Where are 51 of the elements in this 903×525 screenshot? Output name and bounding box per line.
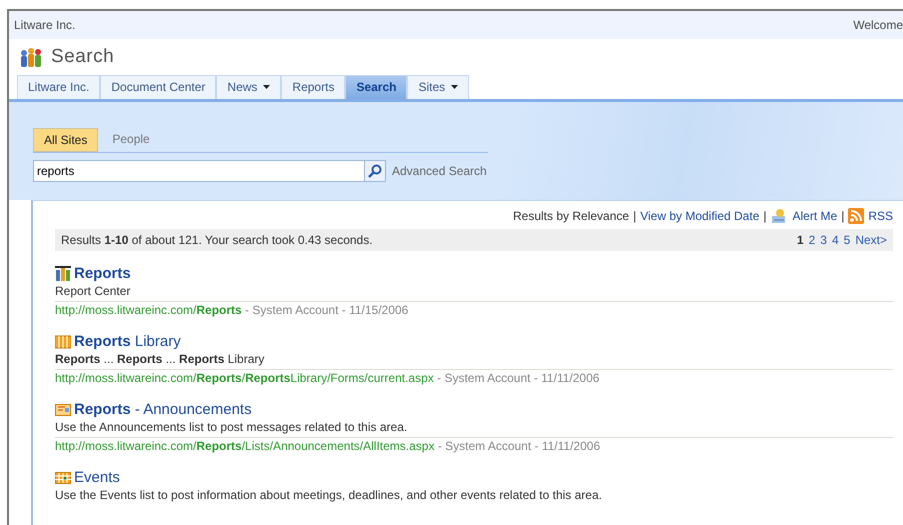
people-icon	[19, 46, 43, 68]
nav-tab[interactable]: Sites	[407, 75, 470, 99]
result-description: Reports ... Reports ... Reports Library	[55, 351, 266, 367]
alert-link[interactable]: Alert Me	[792, 207, 838, 225]
announcements-icon	[55, 402, 71, 418]
caret-icon	[451, 85, 458, 89]
site-name[interactable]: Litware Inc.	[14, 16, 76, 34]
rss-link[interactable]: RSS	[868, 207, 893, 225]
caret-icon	[263, 85, 270, 89]
page-link[interactable]: 2	[808, 231, 816, 249]
results-summary: Results 1-10 of about 121. Your search took 0.43 seconds.	[61, 232, 373, 249]
nav-tab[interactable]: Reports	[281, 75, 346, 99]
result-description: Report Center	[55, 283, 132, 299]
scope-tab[interactable]: All Sites	[33, 128, 98, 152]
result-meta: - System Account - 11/11/2006	[436, 439, 600, 453]
sort-label: Results by Relevance	[513, 208, 630, 225]
result-url: http://moss.litwareinc.com/Reports/ReportsLibrary/Forms/current.aspx	[55, 371, 434, 385]
page-link[interactable]: 3	[820, 231, 827, 249]
separator: |	[763, 208, 766, 225]
search-button[interactable]	[364, 160, 386, 182]
separator: |	[841, 208, 844, 225]
nav-tab[interactable]: Litware Inc.	[17, 75, 100, 99]
library-icon	[55, 334, 71, 350]
result-title-link[interactable]: Events	[74, 469, 120, 487]
sort-link[interactable]: View by Modified Date	[640, 207, 760, 225]
result-meta: - System Account - 11/15/2006	[244, 303, 408, 317]
page-link[interactable]: Next>	[855, 231, 887, 249]
result-url: http://moss.litwareinc.com/Reports	[55, 303, 242, 317]
result-title-link[interactable]: Reports	[74, 265, 131, 283]
result-description: Use the Events list to post information about meetings, deadlines, and other events related to this area.	[55, 487, 603, 503]
page-link[interactable]: 4	[832, 231, 839, 249]
result-description: Use the Announcements list to post messages related to this area.	[55, 419, 408, 435]
nav-tab[interactable]: Search	[345, 75, 408, 99]
result-url: http://moss.litwareinc.com/Reports/Lists/Announcements/AllItems.aspx	[55, 439, 434, 453]
welcome-menu[interactable]: Welcome	[853, 16, 903, 34]
search-field[interactable]: reports	[33, 160, 364, 182]
scope-tab[interactable]: People	[102, 128, 160, 152]
rss-icon	[848, 208, 864, 224]
page-link[interactable]: 5	[844, 231, 850, 249]
result-title-link[interactable]: Reports Library	[74, 333, 181, 351]
page-title: Search	[51, 44, 114, 69]
nav-tab[interactable]: News	[216, 75, 282, 99]
report-center-icon	[55, 266, 71, 282]
page-link[interactable]: 1	[796, 231, 804, 249]
nav-tab[interactable]: Document Center	[100, 75, 216, 99]
search-icon	[368, 164, 382, 178]
result-title-link[interactable]: Reports - Announcements	[74, 401, 252, 419]
result-meta: - System Account - 11/11/2006	[436, 371, 600, 385]
calendar-icon	[55, 470, 71, 486]
advanced-search-link[interactable]: Advanced Search	[392, 162, 487, 180]
separator: |	[633, 208, 636, 225]
